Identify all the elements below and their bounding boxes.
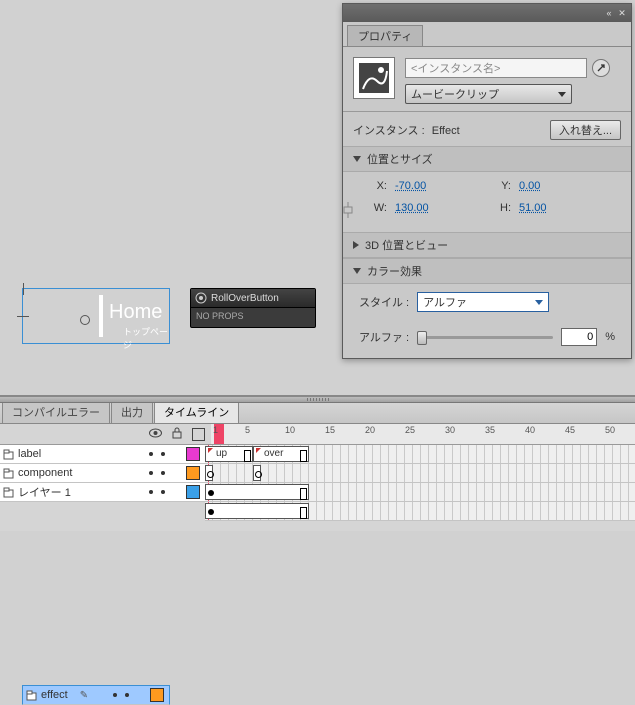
- lock-header-icon[interactable]: [172, 427, 182, 442]
- instance-name-input[interactable]: <インスタンス名>: [405, 58, 587, 78]
- layer-type-icon: [0, 449, 16, 460]
- panel-resize-grip[interactable]: [0, 397, 635, 403]
- chevron-down-icon: [558, 92, 566, 97]
- ruler-number: 35: [485, 425, 495, 435]
- lock-aspect-icon[interactable]: [341, 200, 355, 223]
- swap-button[interactable]: 入れ替え...: [550, 120, 621, 140]
- visibility-header-icon[interactable]: [149, 428, 162, 441]
- visibility-toggle[interactable]: [149, 490, 153, 494]
- outline-color-swatch[interactable]: [186, 447, 200, 461]
- layer-type-icon: [23, 690, 39, 701]
- x-value[interactable]: -70.00: [395, 180, 426, 192]
- ruler-number: 5: [245, 425, 250, 435]
- lock-toggle[interactable]: [125, 693, 129, 697]
- selected-instance[interactable]: Home トップページ: [22, 288, 170, 344]
- disclosure-open-icon[interactable]: [353, 268, 361, 274]
- disclosure-open-icon[interactable]: [353, 156, 361, 162]
- tab-output[interactable]: 出力: [111, 400, 153, 423]
- timeline-panel: コンパイルエラー 出力 タイムライン 15101520253035404550 …: [0, 395, 635, 531]
- keyframe[interactable]: [205, 465, 213, 481]
- ruler-number: 20: [365, 425, 375, 435]
- goto-symbol-icon[interactable]: [592, 59, 610, 77]
- frame-row[interactable]: [205, 502, 635, 521]
- layer-row[interactable]: label: [0, 445, 205, 464]
- ruler-number: 30: [445, 425, 455, 435]
- registration-point: [80, 315, 90, 325]
- visibility-toggle[interactable]: [113, 693, 117, 697]
- frame-row[interactable]: [205, 464, 635, 483]
- no-props-label: NO PROPS: [191, 308, 315, 324]
- alpha-label: アルファ :: [359, 329, 409, 345]
- ruler-number: 15: [325, 425, 335, 435]
- pencil-icon: ✎: [76, 690, 92, 701]
- component-name: RollOverButton: [211, 293, 279, 304]
- instance-value: Effect: [432, 125, 460, 137]
- layer-name: レイヤー 1: [16, 484, 112, 500]
- ruler-number: 50: [605, 425, 615, 435]
- ruler-number: 10: [285, 425, 295, 435]
- section-position-size[interactable]: 位置とサイズ: [343, 146, 631, 172]
- layer-row[interactable]: effect✎: [22, 685, 170, 705]
- visibility-toggle[interactable]: [149, 452, 153, 456]
- disclosure-closed-icon[interactable]: [353, 241, 359, 249]
- instance-thumbnail: [353, 57, 395, 99]
- w-value[interactable]: 130.00: [395, 202, 429, 214]
- frame-ruler[interactable]: 15101520253035404550: [211, 424, 635, 444]
- outline-color-swatch[interactable]: [186, 466, 200, 480]
- visibility-toggle[interactable]: [149, 471, 153, 475]
- layer-row[interactable]: レイヤー 1: [0, 483, 205, 502]
- frame-row[interactable]: upover: [205, 445, 635, 464]
- tab-properties[interactable]: プロパティ: [347, 25, 423, 46]
- alpha-slider[interactable]: [417, 330, 553, 344]
- ruler-number: 25: [405, 425, 415, 435]
- panel-collapse-icon[interactable]: «: [604, 8, 614, 18]
- layer-type-icon: [0, 487, 16, 498]
- component-icon: [195, 292, 207, 304]
- panel-titlebar[interactable]: « ✕: [343, 4, 631, 22]
- outline-color-swatch[interactable]: [186, 485, 200, 499]
- home-sub: トップページ: [123, 325, 169, 351]
- section-3d[interactable]: 3D 位置とビュー: [343, 232, 631, 258]
- lock-toggle[interactable]: [161, 490, 165, 494]
- frame-label-over[interactable]: over: [253, 446, 309, 462]
- layer-row[interactable]: component: [0, 464, 205, 483]
- lock-toggle[interactable]: [161, 471, 165, 475]
- properties-panel: « ✕ プロパティ <インスタンス名> ムービークリップ: [342, 3, 632, 359]
- y-value[interactable]: 0.00: [519, 180, 540, 192]
- style-dropdown[interactable]: アルファ: [417, 292, 549, 312]
- outline-color-swatch[interactable]: [150, 688, 164, 702]
- chevron-down-icon: [535, 300, 543, 305]
- outline-header-icon[interactable]: [192, 428, 205, 441]
- frame-span[interactable]: [205, 484, 309, 500]
- h-value[interactable]: 51.00: [519, 202, 547, 214]
- layer-name: component: [16, 467, 112, 479]
- keyframe[interactable]: [253, 465, 261, 481]
- style-label: スタイル :: [359, 294, 409, 310]
- section-color-effect[interactable]: カラー効果: [343, 258, 631, 284]
- component-preview[interactable]: RollOverButton NO PROPS: [190, 288, 316, 328]
- lock-toggle[interactable]: [161, 452, 165, 456]
- symbol-type-dropdown[interactable]: ムービークリップ: [405, 84, 572, 104]
- alpha-input[interactable]: [561, 328, 597, 346]
- frame-row[interactable]: [205, 483, 635, 502]
- frame-span[interactable]: [205, 503, 309, 519]
- tab-timeline[interactable]: タイムライン: [154, 400, 239, 423]
- tab-compile-errors[interactable]: コンパイルエラー: [2, 400, 110, 423]
- panel-close-icon[interactable]: ✕: [617, 8, 627, 18]
- ruler-number: 1: [213, 425, 218, 435]
- home-text: Home: [109, 301, 162, 324]
- ruler-number: 45: [565, 425, 575, 435]
- instance-label: インスタンス :: [353, 125, 425, 137]
- frame-label-up[interactable]: up: [205, 446, 253, 462]
- ruler-number: 40: [525, 425, 535, 435]
- layer-type-icon: [0, 468, 16, 479]
- layer-name: label: [16, 448, 112, 460]
- layer-name: effect: [39, 689, 76, 701]
